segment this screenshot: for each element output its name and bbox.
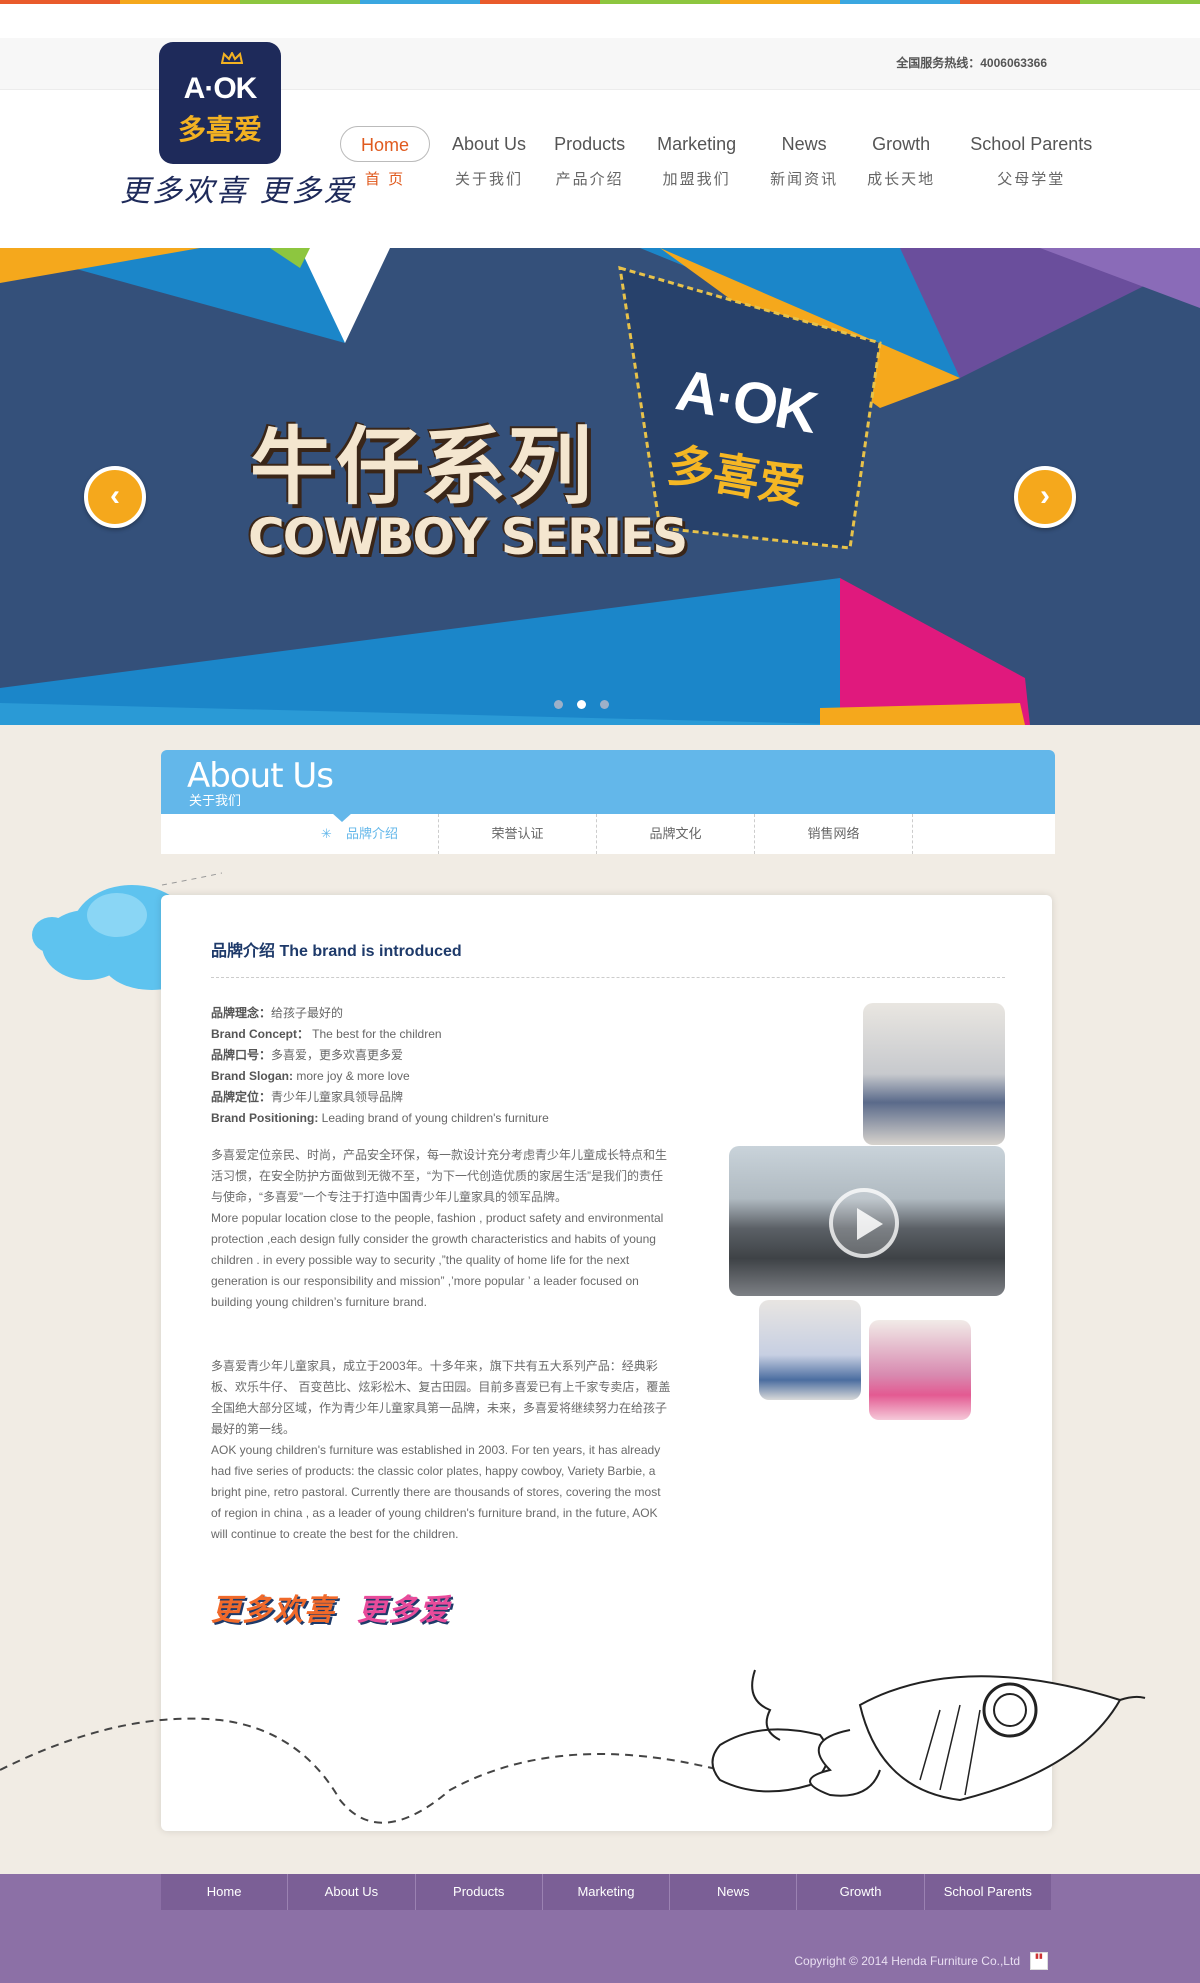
- photo-bedroom-pink[interactable]: [869, 1320, 971, 1420]
- intro-paragraph-2-en: AOK young children's furniture was estab…: [211, 1443, 661, 1541]
- stats-icon[interactable]: ▮▮: [1030, 1952, 1048, 1970]
- nav-item-news[interactable]: News 新闻资讯: [770, 126, 838, 194]
- nav-label-cn: 关于我们: [455, 171, 524, 188]
- play-icon[interactable]: [829, 1188, 899, 1258]
- brand-fact-key: 品牌口号：: [211, 1048, 272, 1062]
- crown-icon: [221, 52, 243, 64]
- nav-label-en: Home: [340, 126, 431, 162]
- brand-fact-row: Brand Positioning: Leading brand of youn…: [211, 1108, 681, 1129]
- footer-link-products[interactable]: Products: [416, 1874, 543, 1910]
- top-spacer: [0, 4, 1200, 38]
- footer-link-marketing[interactable]: Marketing: [543, 1874, 671, 1910]
- tab-label: 品牌介绍: [345, 826, 398, 841]
- nav-label-en: Products: [554, 134, 626, 154]
- footer: Home About Us Products Marketing News Growth S…: [0, 1874, 1200, 1983]
- banner-dot[interactable]: [600, 700, 609, 709]
- nav-label-cn: 首 页: [364, 171, 406, 188]
- footer-nav: Home About Us Products Marketing News Growth S…: [161, 1874, 1051, 1910]
- main-nav: Home 首 页 About Us 关于我们 Products 产品介绍 Marketing…: [340, 126, 1102, 194]
- slogan-badge-word: 更多欢喜: [211, 1594, 335, 1627]
- logo-text-en: A·OK: [183, 72, 258, 105]
- brand-slogan: 更多欢喜 更多爱: [120, 174, 356, 209]
- banner-pagination: [554, 700, 609, 709]
- intro-paragraph-1-en: More popular location close to the peopl…: [211, 1211, 664, 1309]
- tab-3[interactable]: 销售网络: [755, 814, 913, 854]
- nav-label-cn: 成长天地: [867, 171, 936, 188]
- slogan-badge-word: 更多爱: [357, 1594, 450, 1627]
- brand-fact-row: 品牌口号：多喜爱，更多欢喜更多爱: [211, 1045, 681, 1066]
- tab-label: 品牌文化: [649, 826, 702, 841]
- card-divider: [211, 977, 1005, 978]
- nav-item-about-us[interactable]: About Us 关于我们: [442, 126, 536, 194]
- brand-fact-value: 多喜爱，更多欢喜更多爱: [271, 1048, 404, 1062]
- tab-0[interactable]: ✳ 品牌介绍: [281, 814, 439, 854]
- banner-prev-button[interactable]: ‹: [84, 466, 146, 528]
- footer-link-news[interactable]: News: [670, 1874, 798, 1910]
- tab-1[interactable]: 荣誉认证: [439, 814, 597, 854]
- nav-item-growth[interactable]: Growth 成长天地: [862, 126, 940, 194]
- footer-link-about-us[interactable]: About Us: [288, 1874, 416, 1910]
- nav-label-en: Marketing: [657, 134, 737, 154]
- brand-fact-value: 青少年儿童家具领导品牌: [271, 1090, 404, 1104]
- brand-logo[interactable]: A·OK 多喜爱: [159, 42, 281, 164]
- nav-item-school-parents[interactable]: School Parents 父母学堂: [960, 126, 1102, 194]
- brand-fact-key: 品牌定位：: [211, 1090, 272, 1104]
- nav-label-cn: 新闻资讯: [770, 171, 839, 188]
- brand-fact-value: 给孩子最好的: [271, 1006, 344, 1020]
- nav-label-en: About Us: [452, 134, 527, 154]
- photo-bedroom-denim[interactable]: [759, 1300, 861, 1400]
- brand-fact-value: Leading brand of young children's furnit…: [318, 1111, 549, 1125]
- footer-link-home[interactable]: Home: [161, 1874, 289, 1910]
- service-hotline: 全国服务热线：4006063366: [896, 56, 1047, 70]
- nav-label-cn: 产品介绍: [555, 171, 624, 188]
- brand-fact-row: 品牌理念：给孩子最好的: [211, 1003, 681, 1024]
- banner-next-button[interactable]: ›: [1014, 466, 1076, 528]
- banner-title-cn: 牛仔系列: [250, 418, 595, 516]
- footer-link-growth[interactable]: Growth: [797, 1874, 925, 1910]
- brand-facts: 品牌理念：给孩子最好的 Brand Concept： The best for t…: [211, 1003, 681, 1129]
- brand-fact-key: Brand Concept：: [211, 1027, 310, 1041]
- intro-paragraph-1: 多喜爱定位亲民、时尚，产品安全环保，每一款设计充分考虑青少年儿童成长特点和生活习…: [211, 1145, 671, 1313]
- nav-label-cn: 父母学堂: [997, 171, 1066, 188]
- brand-fact-key: Brand Positioning:: [211, 1111, 319, 1125]
- colorful-slogan-badge: 更多欢喜 更多爱: [211, 1585, 472, 1629]
- star-icon: ✳: [321, 826, 332, 841]
- banner-dot[interactable]: [577, 700, 586, 709]
- hero-banner: 牛仔系列 COWBOY SERIES A·OK 多喜爱 ‹ ›: [0, 248, 1200, 725]
- brand-fact-value: more joy & more love: [293, 1069, 410, 1083]
- banner-title-en: COWBOY SERIES: [248, 508, 688, 566]
- photo-store-front[interactable]: [729, 1146, 1005, 1296]
- brand-fact-value: The best for the children: [309, 1027, 442, 1041]
- intro-paragraph-2: 多喜爱青少年儿童家具，成立于2003年。十多年来，旗下共有五大系列产品：经典彩板…: [211, 1356, 671, 1545]
- about-section-header: About Us 关于我们: [161, 750, 1055, 814]
- nav-label-en: Growth: [872, 134, 931, 154]
- copyright: Copyright © 2014 Henda Furniture Co.,Ltd: [794, 1954, 1020, 1968]
- brand-fact-row: Brand Concept： The best for the children: [211, 1024, 681, 1045]
- rocket-illustration: [0, 1669, 1146, 1824]
- footer-link-school-parents[interactable]: School Parents: [925, 1874, 1051, 1910]
- intro-paragraph-2-cn: 多喜爱青少年儿童家具，成立于2003年。十多年来，旗下共有五大系列产品：经典彩板…: [211, 1359, 671, 1436]
- about-tabs: ✳ 品牌介绍 荣誉认证 品牌文化 销售网络: [161, 814, 1055, 854]
- nav-label-en: School Parents: [970, 134, 1093, 154]
- intro-paragraph-1-cn: 多喜爱定位亲民、时尚，产品安全环保，每一款设计充分考虑青少年儿童成长特点和生活习…: [211, 1148, 668, 1204]
- banner-dot[interactable]: [554, 700, 563, 709]
- brand-fact-key: Brand Slogan:: [211, 1069, 294, 1083]
- photo-bedroom-blue[interactable]: [863, 1003, 1005, 1145]
- about-title-cn: 关于我们: [189, 793, 242, 808]
- active-tab-indicator: [332, 813, 352, 822]
- nav-label-en: News: [781, 134, 827, 154]
- brand-fact-row: Brand Slogan: more joy & more love: [211, 1066, 681, 1087]
- nav-item-products[interactable]: Products 产品介绍: [544, 126, 635, 194]
- card-title: 品牌介绍 The brand is introduced: [211, 943, 462, 960]
- tab-label: 销售网络: [807, 826, 860, 841]
- nav-item-home[interactable]: Home 首 页: [340, 126, 431, 194]
- logo-text-cn: 多喜爱: [177, 114, 262, 145]
- tab-label: 荣誉认证: [491, 826, 544, 841]
- brand-fact-key: 品牌理念：: [211, 1006, 272, 1020]
- nav-label-cn: 加盟我们: [662, 171, 731, 188]
- tab-2[interactable]: 品牌文化: [597, 814, 755, 854]
- brand-fact-row: 品牌定位：青少年儿童家具领导品牌: [211, 1087, 681, 1108]
- nav-item-marketing[interactable]: Marketing 加盟我们: [647, 126, 746, 194]
